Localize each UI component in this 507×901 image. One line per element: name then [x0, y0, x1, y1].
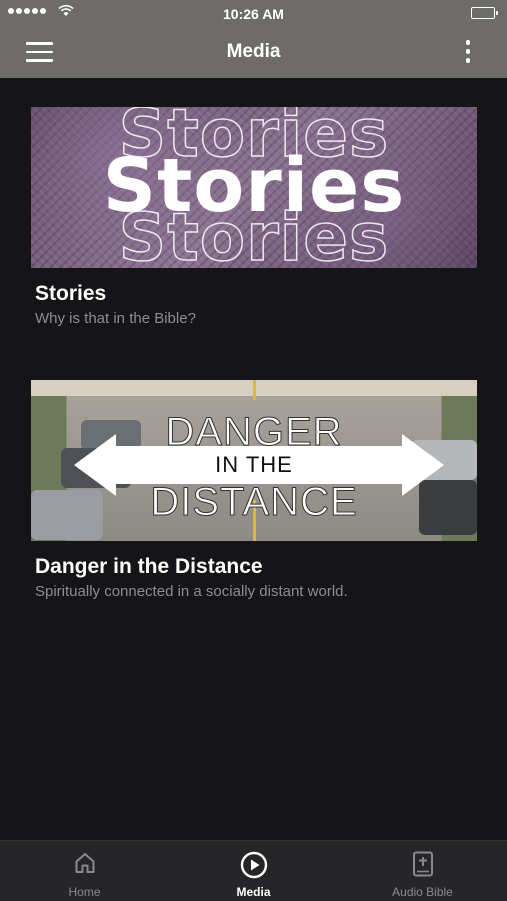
media-card-subtitle: Spiritually connected in a socially dist… — [35, 583, 348, 600]
navigation-bar: Media — [0, 28, 507, 78]
danger-artwork-line-1: DANGER — [165, 410, 343, 455]
tab-label: Media — [236, 885, 271, 899]
media-card-subtitle: Why is that in the Bible? — [35, 310, 196, 327]
danger-artwork-line-3: DISTANCE — [150, 480, 358, 525]
media-card-title[interactable]: Stories — [31, 282, 477, 306]
battery-icon — [471, 7, 498, 19]
stories-artwork-title: Stories — [102, 143, 406, 229]
media-card-title[interactable]: Danger in the Distance — [31, 555, 477, 579]
danger-thumbnail[interactable]: DANGER IN THE DISTANCE — [31, 380, 477, 541]
play-circle-icon — [240, 851, 267, 879]
road-marking — [253, 380, 256, 400]
status-time: 10:26 AM — [223, 6, 284, 22]
page-title: Media — [226, 41, 281, 62]
more-options-icon[interactable] — [463, 40, 473, 66]
status-bar: 10:26 AM — [0, 0, 507, 28]
home-icon — [75, 853, 94, 873]
tab-bar: Home Media Audio Bible — [0, 840, 507, 901]
tab-label: Home — [68, 885, 101, 899]
bible-icon — [412, 851, 433, 877]
tab-audio-bible[interactable]: Audio Bible — [338, 841, 507, 901]
stories-thumbnail[interactable]: Stories Stories Stories — [31, 107, 477, 268]
media-card-danger-in-the-distance[interactable]: DANGER IN THE DISTANCE Danger in the Dis… — [31, 380, 477, 600]
tab-label: Audio Bible — [392, 885, 453, 899]
tab-media[interactable]: Media — [169, 841, 338, 901]
media-card-stories[interactable]: Stories Stories Stories Stories Why is t… — [31, 107, 477, 327]
tab-home[interactable]: Home — [0, 841, 169, 901]
danger-artwork-line-2: IN THE — [215, 452, 293, 477]
